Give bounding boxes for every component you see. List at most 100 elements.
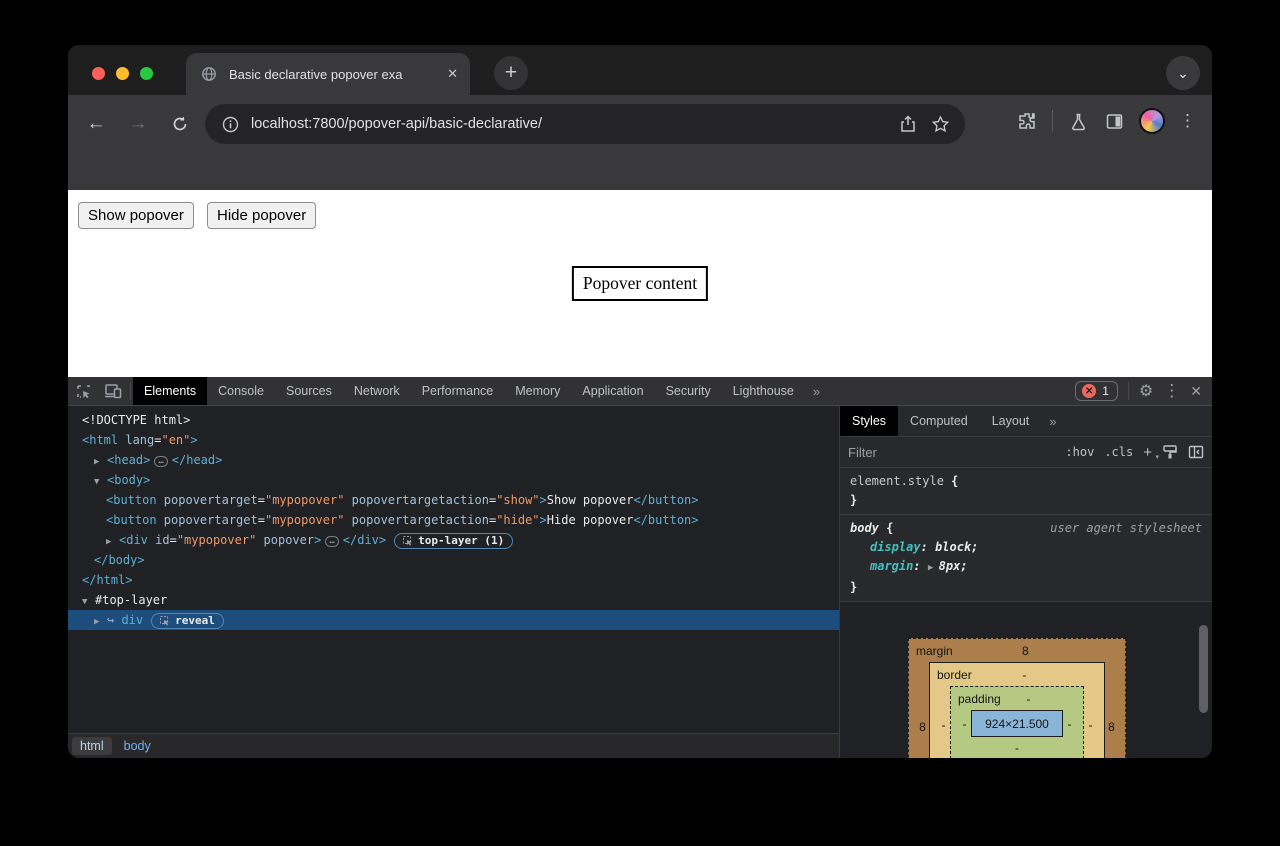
styles-filter-input[interactable] bbox=[848, 445, 1055, 460]
forward-button[interactable]: → bbox=[122, 108, 154, 140]
dom-tree-row[interactable]: <!DOCTYPE html> bbox=[68, 410, 839, 430]
devtools-close-icon[interactable]: ✕ bbox=[1190, 383, 1202, 400]
dom-token: Hide popover bbox=[547, 513, 634, 527]
pseudo-state-toggle[interactable]: :hov bbox=[1065, 445, 1094, 459]
url-text[interactable]: localhost:7800/popover-api/basic-declara… bbox=[251, 116, 887, 132]
border-top-value[interactable]: - bbox=[952, 668, 1097, 682]
dom-token: "show" bbox=[496, 493, 539, 507]
share-icon[interactable] bbox=[897, 113, 919, 135]
box-model-border[interactable]: border- - padding- - 924×21.500 bbox=[929, 662, 1105, 758]
devtools-tab-console[interactable]: Console bbox=[207, 377, 275, 405]
box-model-content[interactable]: 924×21.500 bbox=[971, 710, 1063, 737]
close-window-button[interactable] bbox=[92, 67, 105, 80]
margin-right-value[interactable]: 8 bbox=[1105, 720, 1118, 734]
dom-tree-row[interactable]: </body> bbox=[68, 550, 839, 570]
tab-close-icon[interactable]: ✕ bbox=[447, 66, 458, 82]
styles-tab-styles[interactable]: Styles bbox=[840, 406, 898, 436]
devtools-menu-icon[interactable]: ⋮ bbox=[1163, 386, 1180, 396]
browser-tab[interactable]: Basic declarative popover exa ✕ bbox=[186, 53, 470, 95]
css-property-display[interactable]: display: block; bbox=[850, 538, 1202, 557]
reveal-badge[interactable]: reveal bbox=[151, 613, 224, 629]
back-button[interactable]: ← bbox=[80, 108, 112, 140]
site-info-icon[interactable] bbox=[219, 113, 241, 135]
box-model-diagram[interactable]: margin8 8 border- - padding- bbox=[908, 638, 1126, 758]
reload-button[interactable] bbox=[164, 108, 196, 140]
padding-top-value[interactable]: - bbox=[981, 692, 1076, 706]
devtools-tab-performance[interactable]: Performance bbox=[411, 377, 505, 405]
padding-bottom-value[interactable]: - bbox=[958, 737, 1076, 758]
dock-sidebar-icon[interactable] bbox=[1188, 444, 1204, 460]
dom-tree-row-selected[interactable]: ▶↪ divreveal bbox=[68, 610, 839, 630]
devtools-tab-application[interactable]: Application bbox=[571, 377, 654, 405]
devtools-tabs: ElementsConsoleSourcesNetworkPerformance… bbox=[133, 377, 805, 405]
bookmark-star-icon[interactable] bbox=[929, 113, 951, 135]
border-left-value[interactable]: - bbox=[937, 718, 950, 732]
devtools-tab-security[interactable]: Security bbox=[655, 377, 722, 405]
minimize-window-button[interactable] bbox=[116, 67, 129, 80]
devtools-toolbar-separator bbox=[130, 382, 131, 400]
tab-title: Basic declarative popover exa bbox=[229, 67, 438, 82]
devtools-toolbar-right: ✕ 1 ⚙ ⋮ ✕ bbox=[1075, 377, 1212, 405]
expand-arrow-icon[interactable]: ▶ bbox=[106, 532, 119, 552]
inline-expand-ellipsis-button[interactable]: … bbox=[325, 536, 338, 547]
top-layer-badge[interactable]: top-layer (1) bbox=[394, 533, 513, 549]
show-popover-button[interactable]: Show popover bbox=[78, 202, 194, 229]
expand-arrow-icon[interactable]: ▶ bbox=[94, 452, 107, 472]
styles-more-tabs-icon[interactable]: » bbox=[1041, 406, 1064, 436]
element-style-section[interactable]: element.style { } bbox=[840, 468, 1212, 515]
inspect-element-icon[interactable] bbox=[68, 377, 98, 405]
breadcrumb-item-body[interactable]: body bbox=[116, 737, 159, 755]
styles-tab-layout[interactable]: Layout bbox=[980, 406, 1042, 436]
dom-tree-row[interactable]: ▼<body> bbox=[68, 470, 839, 490]
devtools-tab-memory[interactable]: Memory bbox=[504, 377, 571, 405]
border-right-value[interactable]: - bbox=[1084, 718, 1097, 732]
devtools-settings-gear-icon[interactable]: ⚙ bbox=[1139, 381, 1153, 401]
margin-left-value[interactable]: 8 bbox=[916, 720, 929, 734]
breadcrumb-item-html[interactable]: html bbox=[72, 737, 112, 755]
dom-tree-row[interactable]: <button popovertarget="mypopover" popove… bbox=[68, 510, 839, 530]
profile-avatar[interactable] bbox=[1139, 108, 1165, 134]
maximize-window-button[interactable] bbox=[140, 67, 153, 80]
devtools-tab-network[interactable]: Network bbox=[343, 377, 411, 405]
body-rule-section[interactable]: body { user agent stylesheet display: bl… bbox=[840, 515, 1212, 602]
box-model-padding[interactable]: padding- - 924×21.500 - - bbox=[950, 686, 1084, 758]
class-toggle[interactable]: .cls bbox=[1104, 445, 1133, 459]
console-error-badge[interactable]: ✕ 1 bbox=[1075, 381, 1118, 401]
hide-popover-button[interactable]: Hide popover bbox=[207, 202, 316, 229]
styles-filter-row: :hov .cls + bbox=[840, 437, 1212, 468]
collapse-arrow-icon[interactable]: ▼ bbox=[82, 592, 95, 612]
styles-scrollbar-thumb[interactable] bbox=[1199, 625, 1208, 713]
dom-tree-row[interactable]: <html lang="en"> bbox=[68, 430, 839, 450]
extensions-puzzle-icon[interactable] bbox=[1016, 110, 1038, 132]
devtools-tab-lighthouse[interactable]: Lighthouse bbox=[722, 377, 805, 405]
box-model-margin[interactable]: margin8 8 border- - padding- bbox=[908, 638, 1126, 758]
device-toolbar-icon[interactable] bbox=[98, 377, 128, 405]
inline-expand-ellipsis-button[interactable]: … bbox=[154, 456, 167, 467]
dom-token: </html> bbox=[82, 573, 133, 587]
dom-tree-row[interactable]: <button popovertarget="mypopover" popove… bbox=[68, 490, 839, 510]
padding-left-value[interactable]: - bbox=[958, 717, 971, 731]
browser-menu-icon[interactable]: ⋮ bbox=[1179, 116, 1196, 126]
css-property-margin[interactable]: margin: ▶ 8px; bbox=[850, 557, 1202, 578]
more-tabs-icon[interactable]: » bbox=[805, 377, 828, 405]
new-tab-button[interactable]: + bbox=[494, 56, 528, 90]
dom-tree: <!DOCTYPE html><html lang="en">▶<head>…<… bbox=[68, 406, 839, 733]
dom-tree-row[interactable]: </html> bbox=[68, 570, 839, 590]
expand-arrow-icon[interactable]: ▶ bbox=[94, 612, 107, 632]
dom-tree-row[interactable]: ▼#top-layer bbox=[68, 590, 839, 610]
devtools-tab-elements[interactable]: Elements bbox=[133, 377, 207, 405]
tab-search-chevron-icon[interactable]: ⌄ bbox=[1166, 56, 1200, 90]
margin-top-value[interactable]: 8 bbox=[933, 644, 1118, 658]
collapse-arrow-icon[interactable]: ▼ bbox=[94, 472, 107, 492]
rendering-paint-icon[interactable] bbox=[1162, 444, 1178, 460]
dom-tree-row[interactable]: ▶<div id="mypopover" popover>…</div>top-… bbox=[68, 530, 839, 550]
side-panel-icon[interactable] bbox=[1103, 110, 1125, 132]
styles-tab-computed[interactable]: Computed bbox=[898, 406, 980, 436]
experiments-flask-icon[interactable] bbox=[1067, 110, 1089, 132]
new-style-rule-button[interactable]: + bbox=[1143, 444, 1152, 461]
padding-right-value[interactable]: - bbox=[1063, 717, 1076, 731]
devtools-tab-sources[interactable]: Sources bbox=[275, 377, 343, 405]
dom-tree-row[interactable]: ▶<head>…</head> bbox=[68, 450, 839, 470]
dom-token: </body> bbox=[94, 553, 145, 567]
url-bar[interactable]: localhost:7800/popover-api/basic-declara… bbox=[205, 104, 965, 144]
